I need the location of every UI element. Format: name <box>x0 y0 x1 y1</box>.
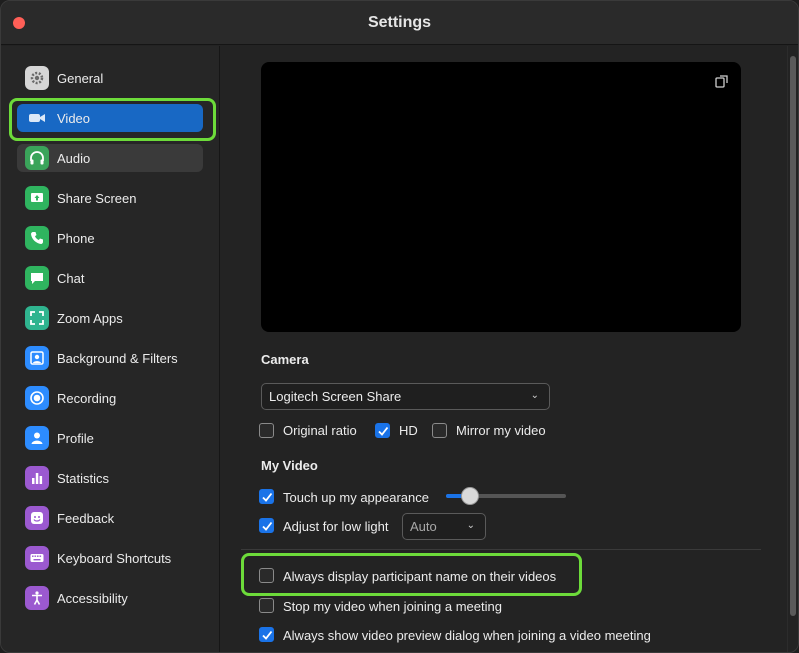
camera-select[interactable]: Logitech Screen Share ⌄ <box>261 383 550 410</box>
touch-up-checkbox[interactable] <box>259 489 274 504</box>
gear-icon <box>25 66 49 90</box>
always-display-name-checkbox[interactable] <box>259 568 274 583</box>
apps-icon <box>25 306 49 330</box>
sidebar-item-background-filters[interactable]: Background & Filters <box>17 344 203 372</box>
sidebar-item-label: Keyboard Shortcuts <box>57 550 172 566</box>
sidebar-item-profile[interactable]: Profile <box>17 424 203 452</box>
checkmark-icon <box>262 521 273 531</box>
sidebar-item-label: Accessibility <box>57 590 128 606</box>
hd-label: HD <box>399 423 418 438</box>
mirror-video-label: Mirror my video <box>456 423 546 438</box>
original-ratio-label: Original ratio <box>283 423 357 438</box>
headphones-icon <box>25 146 49 170</box>
stop-video-label: Stop my video when joining a meeting <box>283 599 502 614</box>
my-video-section-title: My Video <box>261 458 318 473</box>
sidebar-item-general[interactable]: General <box>17 64 203 92</box>
sidebar-item-label: Audio <box>57 150 91 166</box>
mirror-video-checkbox[interactable] <box>432 423 447 438</box>
checkmark-icon <box>262 492 273 502</box>
camera-section-title: Camera <box>261 352 309 367</box>
sidebar-item-label: General <box>57 70 104 86</box>
sidebar-item-label: Background & Filters <box>57 350 178 366</box>
original-ratio-checkbox[interactable] <box>259 423 274 438</box>
record-icon <box>25 386 49 410</box>
sidebar-item-share-screen[interactable]: Share Screen <box>17 184 203 212</box>
sidebar-item-audio[interactable]: Audio <box>17 144 203 172</box>
sidebar-item-label: Recording <box>57 390 117 406</box>
sidebar-item-keyboard-shortcuts[interactable]: Keyboard Shortcuts <box>17 544 203 572</box>
sidebar-item-phone[interactable]: Phone <box>17 224 203 252</box>
checkmark-icon <box>378 426 389 436</box>
phone-icon <box>25 226 49 250</box>
keyboard-icon <box>25 546 49 570</box>
low-light-checkbox[interactable] <box>259 518 274 533</box>
checkmark-icon <box>262 630 273 640</box>
show-preview-checkbox[interactable] <box>259 627 274 642</box>
feedback-icon <box>25 506 49 530</box>
low-light-mode-value: Auto <box>410 519 437 534</box>
scrollbar-thumb[interactable] <box>790 56 796 616</box>
sidebar-item-statistics[interactable]: Statistics <box>17 464 203 492</box>
chat-icon <box>25 266 49 290</box>
sidebar-item-feedback[interactable]: Feedback <box>17 504 203 532</box>
sidebar-item-label: Statistics <box>57 470 110 486</box>
window-title: Settings <box>367 14 432 31</box>
sidebar-item-label: Profile <box>57 430 94 446</box>
touch-up-slider-thumb[interactable] <box>461 487 479 505</box>
show-preview-label: Always show video preview dialog when jo… <box>283 628 651 643</box>
video-item-highlight <box>9 98 216 141</box>
hd-checkbox[interactable] <box>375 423 390 438</box>
sidebar-item-zoom-apps[interactable]: Zoom Apps <box>17 304 203 332</box>
chevron-down-icon: ⌄ <box>530 390 539 401</box>
sidebar-item-label: Zoom Apps <box>57 310 123 326</box>
accessibility-icon <box>25 586 49 610</box>
camera-select-value: Logitech Screen Share <box>269 389 402 404</box>
low-light-label: Adjust for low light <box>283 519 389 534</box>
share-screen-icon <box>25 186 49 210</box>
profile-icon <box>25 426 49 450</box>
chevron-down-icon: ⌄ <box>466 520 475 531</box>
content-scrollbar[interactable] <box>787 46 798 652</box>
sidebar-item-label: Share Screen <box>57 190 137 206</box>
sidebar-item-chat[interactable]: Chat <box>17 264 203 292</box>
always-display-name-label: Always display participant name on their… <box>283 569 557 584</box>
video-settings-panel: Camera Logitech Screen Share ⌄ Original … <box>221 46 789 652</box>
sidebar-item-label: Chat <box>57 270 85 286</box>
sidebar-item-label: Phone <box>57 230 95 246</box>
sidebar-item-accessibility[interactable]: Accessibility <box>17 584 203 612</box>
low-light-mode-select[interactable]: Auto ⌄ <box>402 513 486 540</box>
sidebar-item-label: Feedback <box>57 510 115 526</box>
rotate-video-icon[interactable] <box>715 74 729 88</box>
settings-window: Settings General Video Audio Share Scree… <box>0 0 799 653</box>
video-preview <box>261 62 741 332</box>
background-icon <box>25 346 49 370</box>
touch-up-label: Touch up my appearance <box>283 490 429 505</box>
title-bar: Settings <box>1 1 798 45</box>
sidebar-item-recording[interactable]: Recording <box>17 384 203 412</box>
statistics-icon <box>25 466 49 490</box>
section-divider <box>241 549 761 550</box>
stop-video-checkbox[interactable] <box>259 598 274 613</box>
